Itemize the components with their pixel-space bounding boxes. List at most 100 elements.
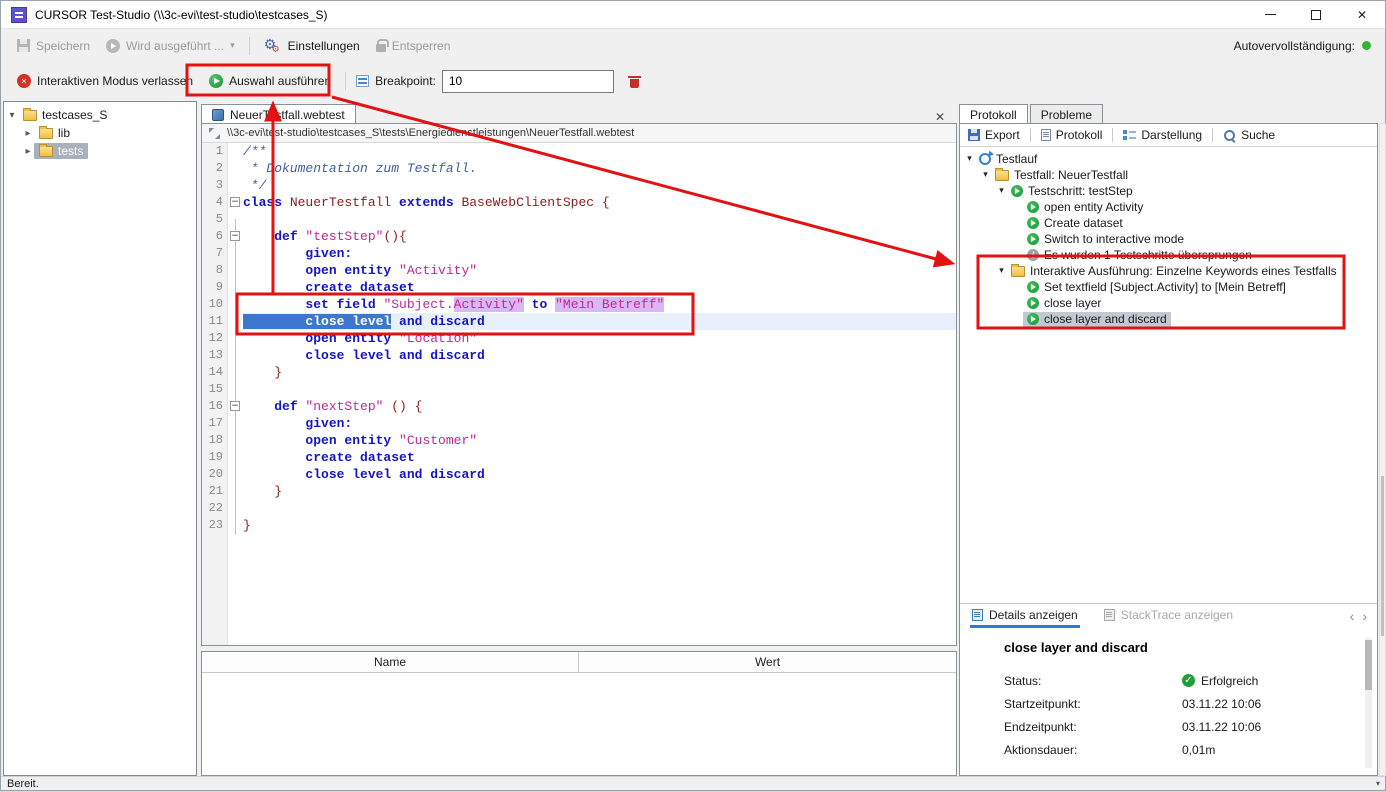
fold-toggle-icon[interactable]: − xyxy=(230,231,240,241)
tab-protokoll[interactable]: Protokoll xyxy=(959,104,1028,124)
line-number: 14 xyxy=(202,364,228,381)
maximize-editor-icon[interactable] xyxy=(209,128,220,139)
code-line: 13 close level and discard xyxy=(202,347,956,364)
status-bar: Bereit. ▾ xyxy=(1,776,1385,790)
protocol-tree-item[interactable]: ▾ Testschritt: testStep xyxy=(960,183,1377,199)
editor-pane: \\3c-evi\test-studio\testcases_S\tests\E… xyxy=(201,123,957,646)
column-header-name[interactable]: Name xyxy=(202,652,579,672)
protocol-tree-item[interactable]: close layer and discard xyxy=(960,311,1377,327)
play-icon xyxy=(1027,297,1039,309)
breakpoint-input[interactable] xyxy=(442,70,614,93)
right-scrollbar[interactable] xyxy=(1379,123,1386,776)
chevron-right-icon[interactable]: ▸ xyxy=(22,128,34,139)
export-button[interactable]: Export xyxy=(965,126,1023,144)
details-scrollbar[interactable] xyxy=(1365,638,1372,768)
chevron-down-icon[interactable]: ▾ xyxy=(6,110,18,121)
protocol-tree-item[interactable]: Switch to interactive mode xyxy=(960,231,1377,247)
play-icon xyxy=(1027,281,1039,293)
tab-details-anzeigen[interactable]: Details anzeigen xyxy=(970,604,1080,628)
minimize-button[interactable] xyxy=(1247,1,1293,28)
tab-stacktrace-anzeigen[interactable]: StackTrace anzeigen xyxy=(1102,604,1235,628)
export-label: Export xyxy=(985,128,1020,142)
line-number: 8 xyxy=(202,262,228,279)
editor-tab-bar: NeuerTestfall.webtest ✕ xyxy=(201,104,957,124)
details-label: Startzeitpunkt: xyxy=(1004,697,1182,711)
save-icon xyxy=(17,39,30,52)
file-tree-item[interactable]: ▸ tests xyxy=(4,142,196,160)
protokoll-view-label: Protokoll xyxy=(1056,128,1103,142)
details-row: Startzeitpunkt:03.11.22 10:06 xyxy=(1004,692,1377,715)
details-row: Endzeitpunkt:03.11.22 10:06 xyxy=(1004,715,1377,738)
play-icon xyxy=(1027,233,1039,245)
protocol-tree-item[interactable]: ▾Interaktive Ausführung: Einzelne Keywor… xyxy=(960,263,1377,279)
details-row: Aktionsdauer:0,01m xyxy=(1004,738,1377,761)
code-editor[interactable]: 1/**2 * Dokumentation zum Testfall.3 */4… xyxy=(202,143,956,645)
scrollbar-thumb[interactable] xyxy=(1381,476,1384,636)
success-icon: ✓ xyxy=(1182,674,1195,687)
lock-icon xyxy=(376,44,386,52)
file-tree-item[interactable]: ▾testcases_S xyxy=(4,106,196,124)
running-button[interactable]: Wird ausgeführt ... ▾ xyxy=(98,35,243,57)
protocol-tree-item[interactable]: iEs wurden 1 Testschritte übersprungen xyxy=(960,247,1377,263)
code-line: 5 xyxy=(202,211,956,228)
code-line: 7 given: xyxy=(202,245,956,262)
protocol-tree-label: Switch to interactive mode xyxy=(1044,232,1184,246)
column-header-wert[interactable]: Wert xyxy=(579,652,956,672)
protocol-tree-item[interactable]: ▾Testfall: NeuerTestfall xyxy=(960,167,1377,183)
protocol-tree-label: Testschritt: testStep xyxy=(1028,184,1133,198)
file-tree-item[interactable]: ▸lib xyxy=(4,124,196,142)
fold-toggle-icon[interactable]: − xyxy=(230,401,240,411)
protokoll-view-button[interactable]: Protokoll xyxy=(1038,126,1106,144)
chevron-right-icon[interactable]: ▸ xyxy=(22,146,34,157)
editor-file-path: \\3c-evi\test-studio\testcases_S\tests\E… xyxy=(227,127,634,139)
editor-close-icon[interactable]: ✕ xyxy=(935,110,957,124)
details-row: Status:✓Erfolgreich xyxy=(1004,669,1377,692)
toolbar-separator xyxy=(345,72,346,90)
search-icon xyxy=(1223,129,1236,142)
running-label: Wird ausgeführt ... xyxy=(126,39,224,53)
maximize-button[interactable] xyxy=(1293,1,1339,28)
protocol-tree-item[interactable]: Set textfield [Subject.Activity] to [Mei… xyxy=(960,279,1377,295)
chevron-down-icon[interactable]: ▾ xyxy=(996,186,1007,196)
code-line: 4−class NeuerTestfall extends BaseWebCli… xyxy=(202,194,956,211)
details-value: 03.11.22 10:06 xyxy=(1182,720,1261,734)
darstellung-button[interactable]: Darstellung xyxy=(1120,126,1205,144)
file-tree-label: tests xyxy=(58,144,83,158)
unlock-button[interactable]: Entsperren xyxy=(368,35,459,57)
run-selection-icon xyxy=(209,74,223,88)
protocol-tree-label: Es wurden 1 Testschritte übersprungen xyxy=(1044,248,1252,262)
details-value: 03.11.22 10:06 xyxy=(1182,697,1261,711)
nav-back-icon[interactable]: ‹ xyxy=(1350,608,1355,624)
protocol-tree-item[interactable]: close layer xyxy=(960,295,1377,311)
protocol-tree-item[interactable]: Create dataset xyxy=(960,215,1377,231)
delete-breakpoint-icon[interactable] xyxy=(628,74,641,89)
settings-button[interactable]: Einstellungen xyxy=(256,34,368,58)
nav-forward-icon[interactable]: › xyxy=(1362,608,1367,624)
leave-interactive-mode-button[interactable]: ✕ Interaktiven Modus verlassen xyxy=(9,70,201,92)
code-line: 17 given: xyxy=(202,415,956,432)
chevron-down-icon[interactable]: ▾ xyxy=(996,266,1007,276)
code-line: 19 create dataset xyxy=(202,449,956,466)
run-selection-button[interactable]: Auswahl ausführen xyxy=(201,70,339,92)
toolbar-separator xyxy=(1030,128,1031,142)
details-nav: ‹ › xyxy=(1350,608,1377,624)
variables-table-header: Name Wert xyxy=(202,652,956,673)
line-number: 20 xyxy=(202,466,228,483)
code-line: 21 } xyxy=(202,483,956,500)
chevron-down-icon[interactable]: ▾ xyxy=(980,170,991,180)
tab-probleme[interactable]: Probleme xyxy=(1030,104,1103,124)
chevron-down-icon[interactable]: ▾ xyxy=(964,154,975,164)
fold-toggle-icon[interactable]: − xyxy=(230,197,240,207)
status-dropdown-icon[interactable]: ▾ xyxy=(1376,779,1385,788)
protocol-tree-item[interactable]: open entity Activity xyxy=(960,199,1377,215)
autocomplete-label: Autovervollständigung: xyxy=(1234,39,1355,53)
editor-tab[interactable]: NeuerTestfall.webtest xyxy=(201,104,356,124)
save-button[interactable]: Speichern xyxy=(9,35,98,57)
code-line: 8 open entity "Activity" xyxy=(202,262,956,279)
protocol-tree-item[interactable]: ▾Testlauf xyxy=(960,151,1377,167)
suche-button[interactable]: Suche xyxy=(1220,126,1278,144)
close-button[interactable]: ✕ xyxy=(1339,1,1385,28)
line-number: 2 xyxy=(202,160,228,177)
line-number: 15 xyxy=(202,381,228,398)
code-line: 22 xyxy=(202,500,956,517)
